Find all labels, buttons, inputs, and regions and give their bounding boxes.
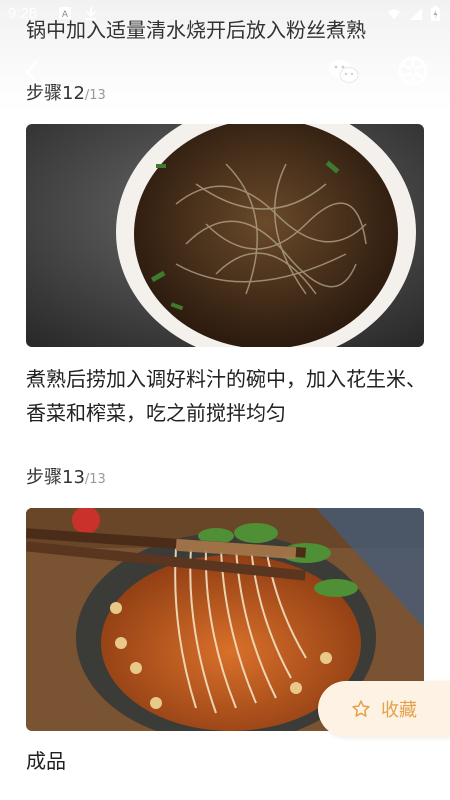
noodle-bowl-photo xyxy=(26,124,424,347)
step-13-description: 成品 xyxy=(26,749,66,773)
favorite-button[interactable]: 收藏 xyxy=(318,681,450,737)
step-13-header: 步骤13/13 xyxy=(26,463,106,489)
step-13-total: /13 xyxy=(84,472,106,487)
nav-bar xyxy=(0,52,450,92)
moments-icon[interactable] xyxy=(398,56,428,86)
wechat-icon[interactable] xyxy=(328,58,360,86)
step-12-image xyxy=(26,124,424,347)
app-notification-icon: A xyxy=(59,7,71,20)
star-outline-icon xyxy=(352,700,370,717)
status-bar: 9:28 A xyxy=(0,0,450,30)
status-system-icons xyxy=(387,6,440,21)
svg-text:A: A xyxy=(62,10,69,20)
status-notification-icons: A xyxy=(58,6,98,20)
signal-icon xyxy=(410,7,422,20)
step-12-description: 煮熟后捞加入调好料汁的碗中，加入花生米、香菜和榨菜，吃之前搅拌均匀 xyxy=(26,367,426,425)
download-icon xyxy=(86,7,96,20)
step-13-label: 步骤13 xyxy=(26,467,85,488)
wifi-icon xyxy=(387,8,401,19)
battery-icon xyxy=(431,6,440,21)
back-arrow-icon[interactable] xyxy=(18,56,48,88)
favorite-label: 收藏 xyxy=(381,700,417,721)
status-time: 9:28 xyxy=(8,5,38,22)
